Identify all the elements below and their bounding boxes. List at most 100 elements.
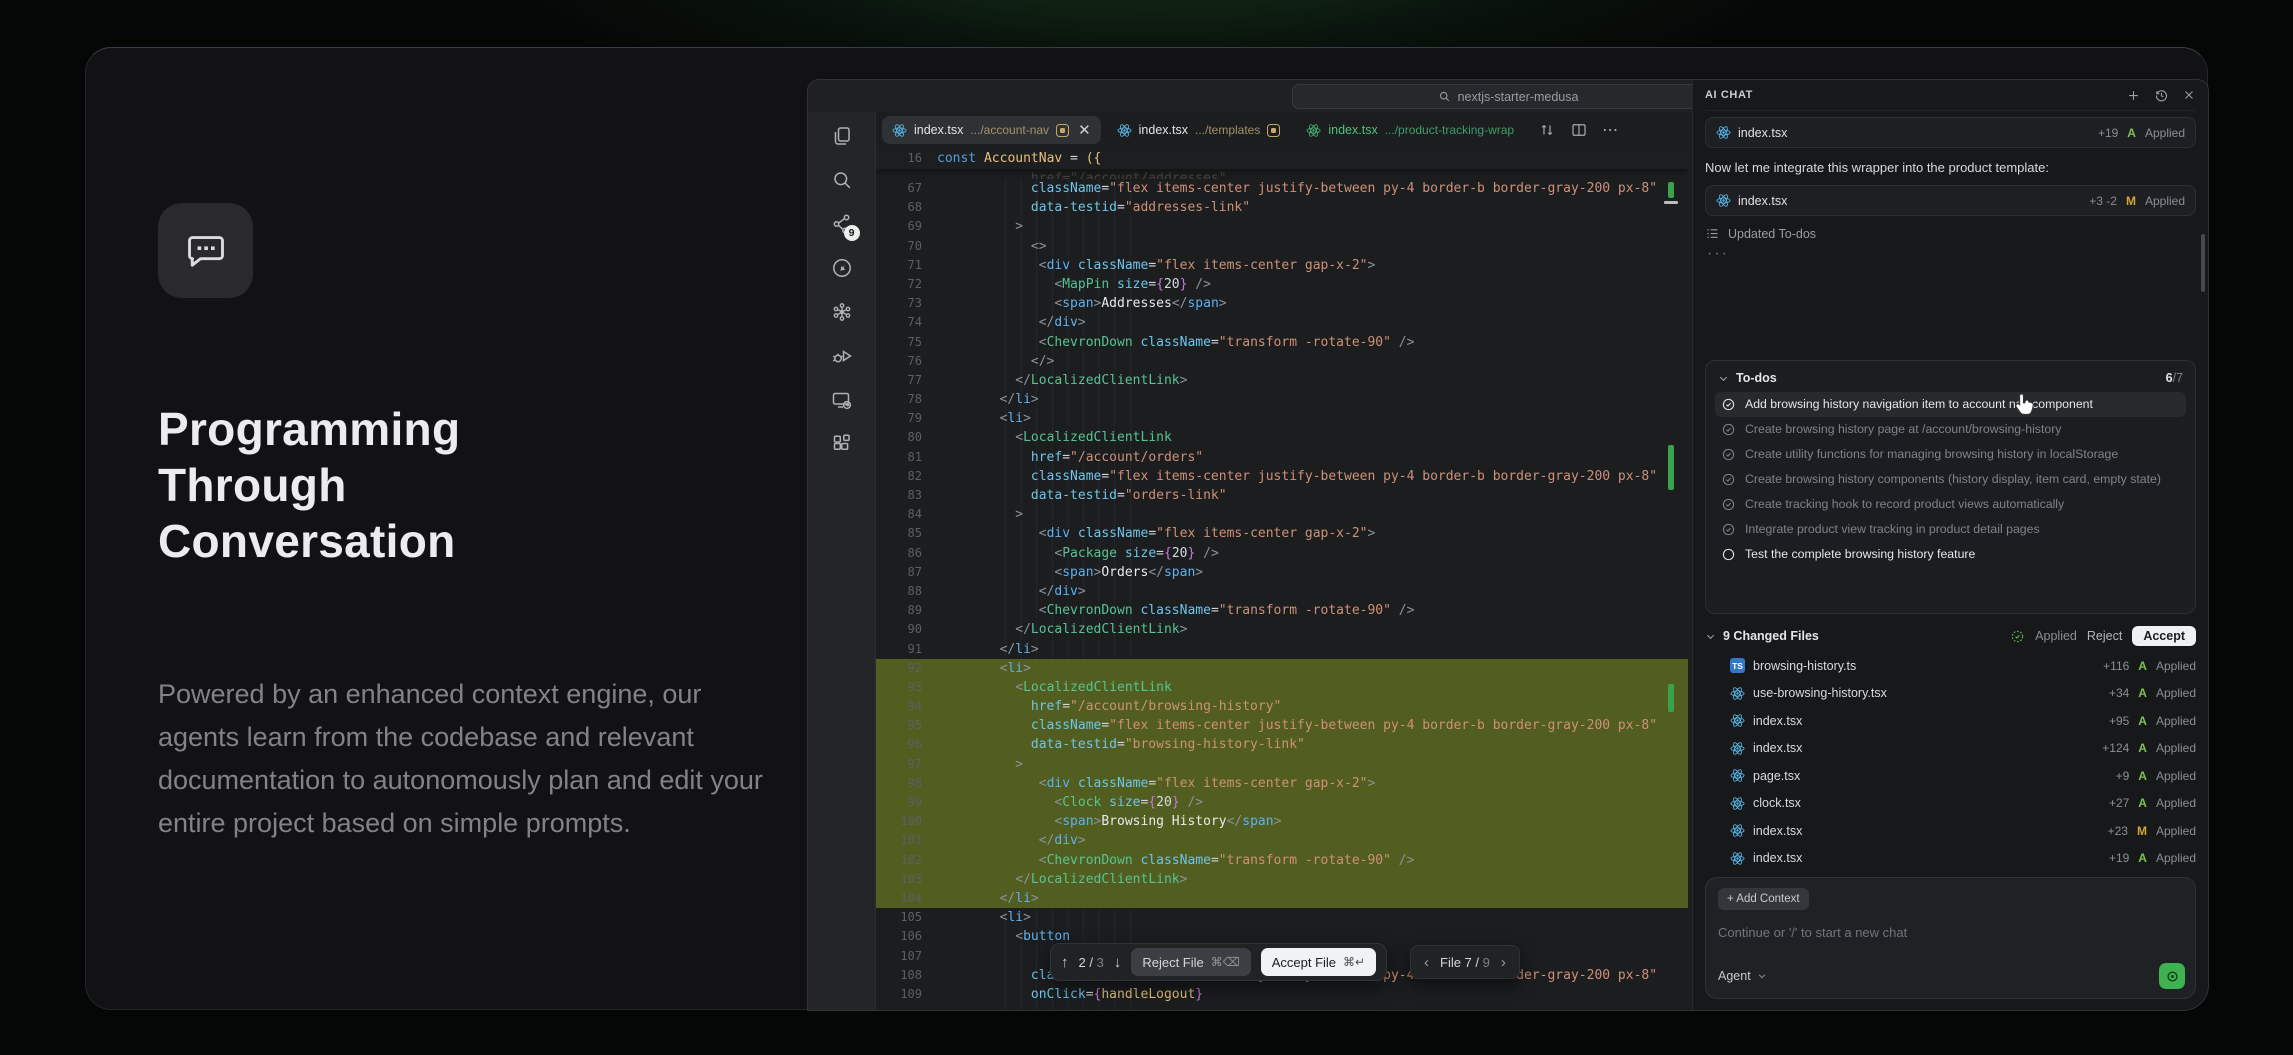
check-circle-icon [1721,447,1736,462]
todo-item[interactable]: Create tracking hook to record product v… [1715,492,2186,517]
todo-item[interactable]: Create browsing history components (hist… [1715,467,2186,492]
todos-count: 6/7 [2166,371,2183,385]
workspace-search[interactable]: nextjs-starter-medusa [1292,84,1724,109]
changed-files-list: TSbrowsing-history.ts+116AApplieduse-bro… [1705,652,2196,872]
more-icon[interactable]: ⋯ [1602,120,1619,140]
todo-item[interactable]: Create browsing history page at /account… [1715,417,2186,442]
tab-index-templates[interactable]: index.tsx .../templates [1107,116,1291,144]
split-editor-icon[interactable] [1570,121,1588,139]
chevron-left-icon[interactable]: ‹ [1424,954,1429,971]
reject-all-button[interactable]: Reject [2087,629,2122,643]
page-title: Programming Through Conversation [158,401,460,569]
blocks-icon[interactable] [830,432,854,456]
reject-file-button[interactable]: Reject File⌘⌫ [1131,948,1250,976]
todo-item[interactable]: Integrate product view tracking in produ… [1715,517,2186,542]
compare-icon[interactable] [1538,121,1556,139]
code-line: 82className="flex items-center justify-b… [876,467,1688,486]
scroll-position-marker [1664,201,1678,204]
send-button[interactable] [2159,963,2185,989]
clipped-code-line: href="/account/addresses" [876,169,1688,179]
code-line: 16const AccountNav = ({ [876,148,1688,169]
prev-change-button[interactable]: ↑ [1061,954,1069,971]
agent-mode-dropdown[interactable]: Agent [1718,969,1767,983]
chat-scrollbar[interactable] [2201,234,2205,292]
diff-delta: +116 [2103,659,2129,673]
code-line: 100<span>Browsing History</span> [876,812,1688,831]
history-icon[interactable] [2154,88,2169,103]
changed-file-row[interactable]: page.tsx+9AApplied [1705,762,2196,790]
file-name: use-browsing-history.tsx [1753,686,1887,700]
diff-delta: +23 [2108,824,2128,838]
chat-input[interactable]: Continue or '/' to start a new chat [1718,925,2183,940]
code-line: 70<> [876,237,1688,256]
file-status-letter: A [2138,686,2147,700]
code-line: 88</div> [876,582,1688,601]
close-icon[interactable] [2182,88,2196,102]
code-editor[interactable]: 16const AccountNav = ({href="/account/ad… [876,148,1688,1010]
react-icon [1716,125,1731,140]
code-line: 69> [876,217,1688,236]
todos-card: To-dos 6/7 Add browsing history navigati… [1705,360,2196,614]
todo-item[interactable]: Add browsing history navigation item to … [1715,392,2186,417]
modified-indicator-icon [1056,124,1069,137]
accept-all-button[interactable]: Accept [2132,626,2196,646]
changed-file-row[interactable]: clock.tsx+27AApplied [1705,790,2196,818]
react-icon [1306,123,1321,138]
result-file-card[interactable]: index.tsx +19AApplied [1705,117,2196,148]
todo-text: Create tracking hook to record product v… [1745,496,2064,513]
changed-file-row[interactable]: index.tsx+19AApplied [1705,845,2196,873]
diff-delta: +3 -2 [2089,194,2117,208]
todo-text: Add browsing history navigation item to … [1745,396,2093,413]
search-icon [1438,90,1451,103]
record-icon [2165,969,2180,984]
pin-circle-icon[interactable] [830,256,854,280]
code-line: 77</LocalizedClientLink> [876,371,1688,390]
tab-file-name: index.tsx [1139,123,1188,137]
chat-composer[interactable]: + Add Context Continue or '/' to start a… [1705,877,2196,999]
diff-marker [1668,182,1674,198]
todo-item[interactable]: Create utility functions for managing br… [1715,442,2186,467]
changed-files-header[interactable]: 9 Changed Files Applied Reject Accept [1705,626,2196,646]
accept-file-button[interactable]: Accept File⌘↵ [1261,948,1376,976]
next-change-button[interactable]: ↓ [1114,954,1122,971]
molecule-icon[interactable] [830,300,854,324]
tab-index-account-nav[interactable]: index.tsx .../account-nav ✕ [882,116,1101,144]
remote-monitor-icon[interactable] [830,388,854,412]
file-status: Applied [2145,194,2185,208]
file-status: Applied [2156,851,2196,865]
add-context-button[interactable]: + Add Context [1718,888,1809,910]
loading-dots: ··· [1707,245,1729,263]
updated-todos-row: Updated To-dos [1705,226,1816,241]
debug-play-icon[interactable] [830,344,854,368]
todo-text: Create browsing history components (hist… [1745,471,2161,488]
code-line: href="/account/addresses" [876,169,1688,179]
search-icon[interactable] [830,168,854,192]
code-line: 105<li> [876,908,1688,927]
changed-file-row[interactable]: TSbrowsing-history.ts+116AApplied [1705,652,2196,680]
tab-file-path: .../templates [1195,123,1260,137]
react-icon [1730,741,1745,756]
tab-index-product-tracking-wrap[interactable]: index.tsx .../product-tracking-wrap [1296,116,1524,144]
close-icon[interactable]: ✕ [1078,123,1091,138]
changed-file-row[interactable]: index.tsx+95AApplied [1705,707,2196,735]
file-status: Applied [2156,824,2196,838]
plus-icon[interactable] [2126,88,2141,103]
file-status: Applied [2145,126,2185,140]
file-name: page.tsx [1753,769,1800,783]
react-icon [892,123,907,138]
code-line: 71<div className="flex items-center gap-… [876,256,1688,275]
chevron-right-icon[interactable]: › [1501,954,1506,971]
file-name: index.tsx [1738,126,1787,140]
file-status-letter: A [2138,741,2147,755]
changed-file-row[interactable]: index.tsx+23MApplied [1705,817,2196,845]
changed-file-row[interactable]: index.tsx+124AApplied [1705,735,2196,763]
result-file-card[interactable]: index.tsx +3 -2MApplied [1705,185,2196,216]
source-control-icon[interactable]: 9 [830,212,854,236]
todo-text: Test the complete browsing history featu… [1745,546,1975,563]
todo-item[interactable]: Test the complete browsing history featu… [1715,542,2186,567]
files-copy-icon[interactable] [830,124,854,148]
diff-delta: +19 [2109,851,2129,865]
code-line: 103</LocalizedClientLink> [876,870,1688,889]
changed-file-row[interactable]: use-browsing-history.tsx+34AApplied [1705,680,2196,708]
todos-header[interactable]: To-dos 6/7 [1715,369,2186,390]
